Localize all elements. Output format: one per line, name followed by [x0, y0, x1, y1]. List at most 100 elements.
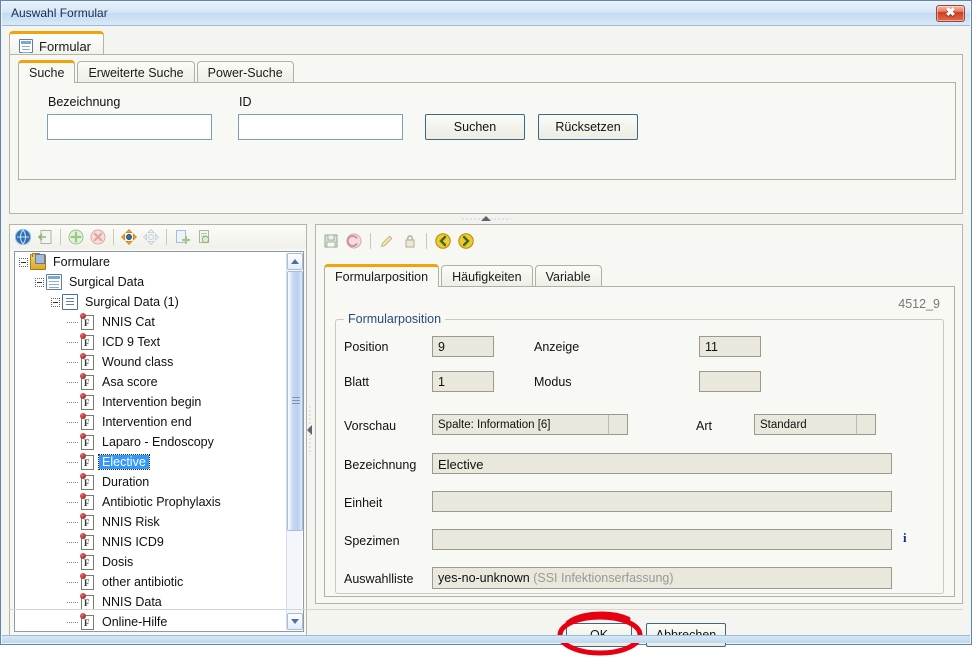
tree-item-surgical-data[interactable]: Surgical Data: [15, 272, 287, 292]
tree-item-laparo-endoscopy[interactable]: F Laparo - Endoscopy: [15, 432, 287, 452]
tree-item-icd-9-text[interactable]: F ICD 9 Text: [15, 332, 287, 352]
tab-erweiterte-suche[interactable]: Erweiterte Suche: [77, 61, 195, 83]
scroll-down-button[interactable]: [287, 613, 303, 630]
reset-button[interactable]: Rücksetzen: [538, 114, 638, 140]
field-icon: F: [80, 492, 94, 510]
tree-item-intervention-end[interactable]: F Intervention end: [15, 412, 287, 432]
tree-rows: Formulare Surgical Data Surgical Data (1) F…: [15, 252, 287, 631]
tree-item-online-hilfe[interactable]: F Online-Hilfe: [15, 612, 287, 631]
toolbar-separator: [370, 233, 371, 249]
tree-item-nnis-cat[interactable]: F NNIS Cat: [15, 312, 287, 332]
scrollbar-thumb[interactable]: [287, 271, 303, 531]
vertical-splitter-collapse-icon[interactable]: [307, 425, 312, 435]
group-title: Formularposition: [344, 312, 446, 326]
splitter-collapse-icon[interactable]: [481, 216, 491, 221]
tab-variable[interactable]: Variable: [534, 265, 602, 287]
detail-toolbar: [321, 229, 476, 253]
scroll-up-button[interactable]: [287, 253, 303, 270]
tab-formularposition[interactable]: Formularposition: [324, 264, 440, 287]
field-icon: F: [80, 572, 94, 590]
modus-field[interactable]: [699, 371, 761, 392]
modus-label: Modus: [534, 375, 572, 389]
save-icon[interactable]: [321, 231, 341, 251]
close-button[interactable]: ✖: [936, 5, 965, 22]
tree-expander-icon[interactable]: [35, 277, 44, 287]
tab-formularposition-label: Formularposition: [335, 270, 429, 284]
tree-item-label: Intervention begin: [102, 395, 202, 409]
dialog-client-area: Formular Suche Erweiterte Suche Power-Su…: [2, 26, 970, 656]
tree-item-duration[interactable]: F Duration: [15, 472, 287, 492]
field-glyph: F: [84, 577, 90, 588]
spezimen-info-icon[interactable]: i: [903, 530, 907, 546]
field-icon: F: [80, 432, 94, 450]
tree-expander-icon[interactable]: [51, 297, 60, 307]
einheit-field[interactable]: [432, 491, 892, 512]
tree-item-label: Surgical Data (1): [85, 295, 179, 309]
tree-item-label: NNIS ICD9: [102, 535, 164, 549]
anzeige-label: Anzeige: [534, 340, 580, 354]
search-panel: Suche Erweiterte Suche Power-Suche Bezei…: [9, 54, 963, 214]
tree-item-dosis[interactable]: F Dosis: [15, 552, 287, 572]
properties-icon[interactable]: [194, 227, 214, 247]
add-icon[interactable]: [66, 227, 86, 247]
tree-item-label: NNIS Risk: [102, 515, 160, 529]
tree-connector: [67, 401, 78, 403]
spezimen-field[interactable]: [432, 529, 892, 550]
forward-icon[interactable]: [456, 231, 476, 251]
tree-item-surgical-data-1[interactable]: Surgical Data (1): [15, 292, 287, 312]
tree-expander-icon[interactable]: [19, 257, 28, 267]
toolbar-separator: [60, 229, 61, 245]
field-glyph: F: [84, 617, 90, 628]
tree-item-intervention-begin[interactable]: F Intervention begin: [15, 392, 287, 412]
auswahlliste-field[interactable]: yes-no-unknown (SSI Infektionserfassung): [432, 567, 892, 589]
tree-scrollbar[interactable]: [286, 253, 303, 630]
anzeige-field[interactable]: 11: [699, 336, 761, 357]
tree-item-nnis-risk[interactable]: F NNIS Risk: [15, 512, 287, 532]
tree-item-label: Elective: [98, 454, 150, 470]
horizontal-splitter[interactable]: [9, 215, 963, 224]
dialog-window: Auswahl Formular ✖ Formular Suche Erweit…: [0, 0, 972, 656]
undo-icon[interactable]: [344, 231, 364, 251]
tree-item-other-antibiotic[interactable]: Fother antibiotic: [15, 572, 287, 592]
tab-suche[interactable]: Suche: [18, 60, 76, 83]
tree-item-nnis-icd9[interactable]: F NNIS ICD9: [15, 532, 287, 552]
toolbar-separator: [426, 233, 427, 249]
field-glyph: F: [84, 497, 90, 508]
tree-connector: [67, 461, 78, 463]
new-document-icon[interactable]: [172, 227, 192, 247]
edit-icon[interactable]: [377, 231, 397, 251]
vorschau-field[interactable]: Spalte: Information [6]: [432, 414, 628, 435]
tree-connector: [67, 441, 78, 443]
tree-item-asa-score[interactable]: F Asa score: [15, 372, 287, 392]
reorder-icon[interactable]: [141, 227, 161, 247]
delete-icon[interactable]: [88, 227, 108, 247]
tree-item-antibiotic-prophylaxis[interactable]: F Antibiotic Prophylaxis: [15, 492, 287, 512]
art-field[interactable]: Standard: [754, 414, 876, 435]
tab-haeufigkeiten[interactable]: Häufigkeiten: [441, 265, 533, 287]
tree-view[interactable]: Formulare Surgical Data Surgical Data (1) F…: [14, 251, 304, 632]
tree-item-label: Wound class: [102, 355, 174, 369]
position-field[interactable]: 9: [432, 336, 494, 357]
tab-power-suche[interactable]: Power-Suche: [196, 61, 294, 83]
tree-connector: [67, 581, 78, 583]
footer-divider: [9, 609, 963, 610]
globe-icon[interactable]: [13, 227, 33, 247]
id-input[interactable]: [238, 114, 403, 140]
search-button[interactable]: Suchen: [425, 114, 525, 140]
tree-item-elective[interactable]: F Elective: [15, 452, 287, 472]
blatt-field[interactable]: 1: [432, 371, 494, 392]
page-icon: [62, 294, 78, 310]
move-icon[interactable]: [119, 227, 139, 247]
tree-item-formulare[interactable]: Formulare: [15, 252, 287, 272]
tab-formular[interactable]: Formular: [9, 31, 105, 55]
back-icon[interactable]: [433, 231, 453, 251]
bezeichnung-detail-field[interactable]: Elective: [432, 453, 892, 474]
field-icon: F: [80, 312, 94, 330]
tree-item-wound-class[interactable]: F Wound class: [15, 352, 287, 372]
einheit-label: Einheit: [344, 496, 383, 510]
export-icon[interactable]: [35, 227, 55, 247]
lock-icon[interactable]: [400, 231, 420, 251]
tree-pane: Formulare Surgical Data Surgical Data (1) F…: [9, 224, 307, 636]
vertical-splitter[interactable]: [307, 224, 315, 636]
bezeichnung-input[interactable]: [47, 114, 212, 140]
